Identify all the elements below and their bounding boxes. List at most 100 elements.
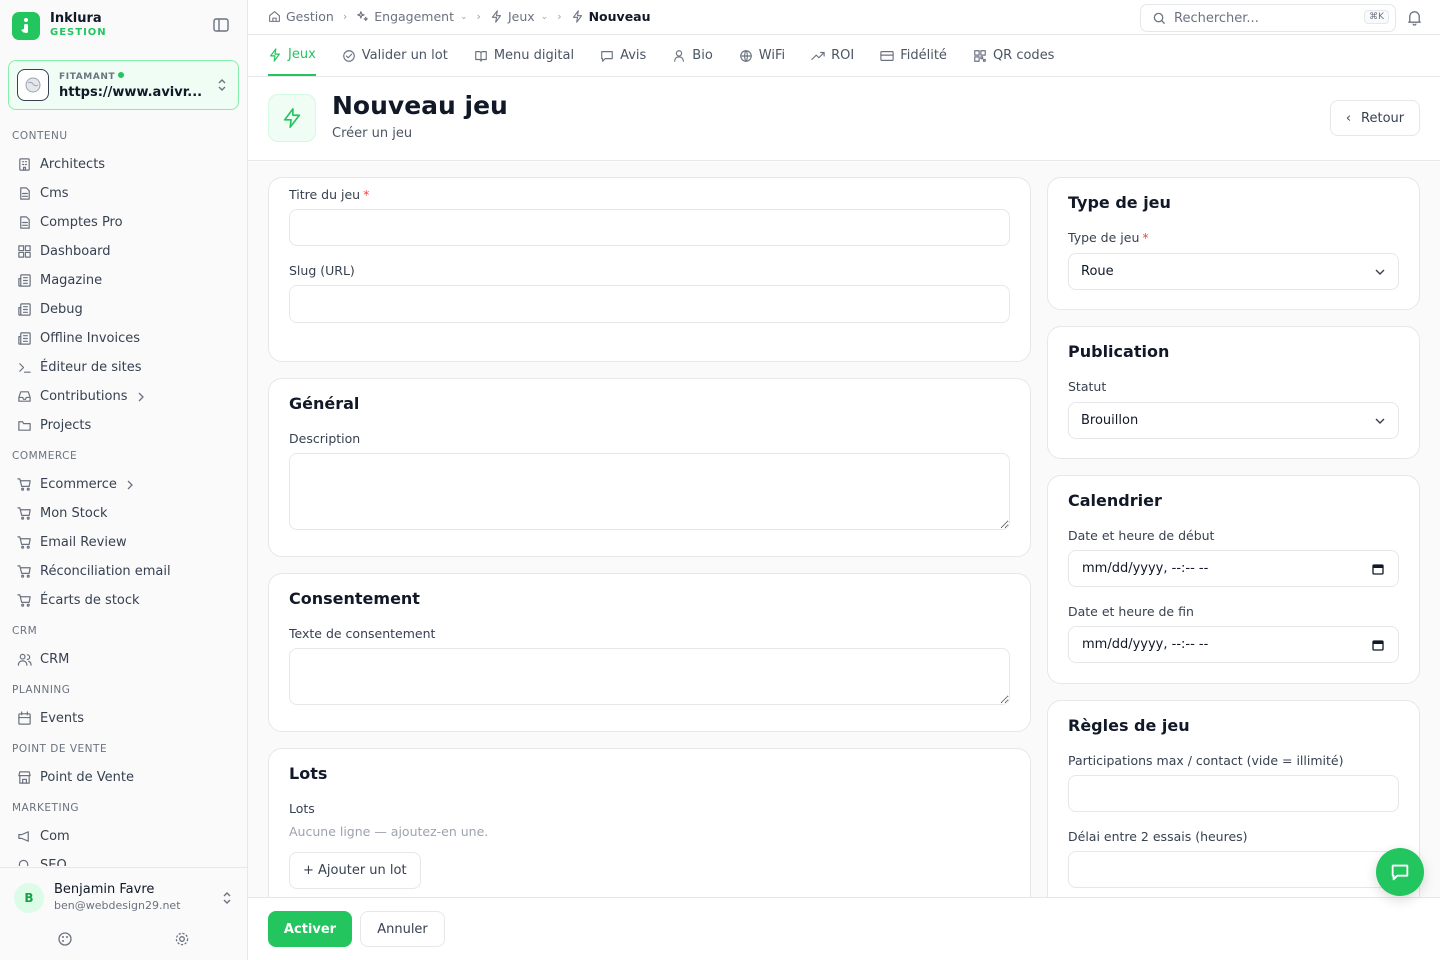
sidebar-item-label: Magazine bbox=[40, 273, 103, 288]
max-participations-input[interactable] bbox=[1068, 775, 1399, 812]
breadcrumb-label: Gestion bbox=[286, 9, 334, 24]
start-date-input[interactable]: mm/dd/yyyy, --:-- -- bbox=[1068, 550, 1399, 587]
brand[interactable]: Inklura GESTION bbox=[12, 10, 236, 42]
breadcrumb-label: Engagement bbox=[374, 9, 454, 24]
add-lot-button[interactable]: + Ajouter un lot bbox=[289, 852, 421, 889]
sidebar-item-mon-stock[interactable]: Mon Stock bbox=[0, 499, 247, 528]
page-subtitle: Créer un jeu bbox=[332, 126, 413, 141]
cancel-button[interactable]: Annuler bbox=[360, 911, 445, 947]
sidebar-item-label: SEO bbox=[40, 858, 67, 866]
inbox-icon bbox=[18, 391, 31, 402]
cart-icon bbox=[17, 478, 31, 491]
retry-delay-label: Délai entre 2 essais (heures) bbox=[1068, 829, 1248, 844]
start-date-value: mm/dd/yyyy, --:-- -- bbox=[1082, 561, 1209, 576]
sidebar-item-label: Architects bbox=[40, 157, 106, 172]
consent-textarea[interactable] bbox=[289, 648, 1010, 705]
store-icon bbox=[18, 771, 31, 784]
back-button[interactable]: ‹ Retour bbox=[1330, 100, 1420, 136]
sidebar-item-label: Écarts de stock bbox=[40, 593, 140, 608]
slug-field-label: Slug (URL) bbox=[289, 263, 355, 278]
users-icon bbox=[17, 653, 32, 666]
search-input[interactable] bbox=[1174, 10, 1354, 26]
user-icon bbox=[674, 49, 685, 62]
description-textarea[interactable] bbox=[289, 453, 1010, 530]
user-menu[interactable]: B Benjamin Favre ben@webdesign29.net bbox=[0, 867, 247, 960]
slug-input[interactable] bbox=[289, 285, 1010, 323]
activate-button[interactable]: Activer bbox=[268, 911, 352, 947]
breadcrumb-label: Jeux bbox=[507, 9, 535, 24]
status-value: Brouillon bbox=[1081, 413, 1139, 428]
sidebar-item-comptes-pro[interactable]: Comptes Pro bbox=[0, 208, 247, 237]
sidebar-item-label: Cms bbox=[40, 186, 69, 201]
breadcrumb-label: Nouveau bbox=[588, 9, 651, 24]
palette-icon[interactable] bbox=[57, 931, 73, 947]
site-switcher[interactable]: FITAMANT https://www.avivr... bbox=[8, 60, 239, 110]
chevron-down-icon bbox=[1375, 418, 1385, 424]
sidebar-item-seo[interactable]: SEO bbox=[0, 851, 247, 866]
tab-wifi[interactable]: WiFi bbox=[739, 35, 785, 76]
calendar-icon[interactable] bbox=[1372, 639, 1384, 651]
sidebar-item-label: Éditeur de sites bbox=[40, 360, 142, 375]
chevron-down-icon bbox=[1375, 269, 1385, 275]
end-date-value: mm/dd/yyyy, --:-- -- bbox=[1082, 637, 1209, 652]
sidebar-item-dashboard[interactable]: Dashboard bbox=[0, 237, 247, 266]
chevron-down-icon[interactable]: ⌄ bbox=[541, 12, 549, 22]
breadcrumb-separator: › bbox=[557, 10, 562, 23]
sidebar-item-cms[interactable]: Cms bbox=[0, 179, 247, 208]
sidebar-item-ecommerce[interactable]: Ecommerce bbox=[0, 470, 247, 499]
search-box[interactable]: ⌘K bbox=[1140, 4, 1396, 32]
status-label: Statut bbox=[1068, 379, 1107, 394]
calendar-icon[interactable] bbox=[1372, 563, 1384, 575]
tab-jeux[interactable]: Jeux bbox=[268, 35, 316, 76]
inklura-logo-icon bbox=[12, 12, 40, 40]
sidebar-item-label: Ecommerce bbox=[40, 477, 117, 492]
zap-icon bbox=[491, 10, 502, 23]
bell-icon[interactable] bbox=[1406, 9, 1423, 26]
sidebar-item-architects[interactable]: Architects bbox=[0, 150, 247, 179]
sidebar-item-point-de-vente[interactable]: Point de Vente bbox=[0, 763, 247, 792]
sidebar-item-projects[interactable]: Projects bbox=[0, 411, 247, 440]
tab-roi[interactable]: ROI bbox=[811, 35, 854, 76]
tab-bio[interactable]: Bio bbox=[672, 35, 713, 76]
tab-avis[interactable]: Avis bbox=[600, 35, 646, 76]
chevron-down-icon[interactable]: ⌄ bbox=[460, 12, 468, 22]
sidebar-item-debug[interactable]: Debug bbox=[0, 295, 247, 324]
sidebar-item-contributions[interactable]: Contributions bbox=[0, 382, 247, 411]
search-shortcut: ⌘K bbox=[1364, 10, 1389, 24]
tab-valider-un-lot[interactable]: Valider un lot bbox=[342, 35, 448, 76]
tab-label: Valider un lot bbox=[361, 48, 448, 63]
title-input[interactable] bbox=[289, 209, 1010, 246]
sidebar-nav: CONTENU Architects Cms Comptes Pro Dashboard… bbox=[0, 120, 247, 866]
chat-button[interactable] bbox=[1376, 848, 1424, 896]
sidebar-section-title: COMMERCE bbox=[12, 450, 78, 462]
status-select[interactable]: Brouillon bbox=[1068, 402, 1399, 439]
sidebar-item--carts-de-stock[interactable]: Écarts de stock bbox=[0, 586, 247, 615]
globe-icon bbox=[739, 49, 752, 62]
sidebar-item-crm[interactable]: CRM bbox=[0, 645, 247, 674]
tab-menu-digital[interactable]: Menu digital bbox=[474, 35, 574, 76]
sidebar-item-r-conciliation-email[interactable]: Réconciliation email bbox=[0, 557, 247, 586]
sidebar-item-com[interactable]: Com bbox=[0, 822, 247, 851]
settings-icon[interactable] bbox=[174, 931, 190, 947]
breadcrumb-item[interactable]: Engagement ⌄ bbox=[356, 9, 468, 24]
sidebar-item-label: Com bbox=[40, 829, 70, 844]
breadcrumb-item[interactable]: Jeux ⌄ bbox=[490, 9, 548, 24]
sidebar-item-offline-invoices[interactable]: Offline Invoices bbox=[0, 324, 247, 353]
chevron-right-icon bbox=[138, 392, 144, 401]
sidebar-item--diteur-de-sites[interactable]: Éditeur de sites bbox=[0, 353, 247, 382]
sidebar-toggle-icon[interactable] bbox=[212, 16, 230, 34]
sidebar-item-email-review[interactable]: Email Review bbox=[0, 528, 247, 557]
tab-qr-codes[interactable]: QR codes bbox=[973, 35, 1054, 76]
sidebar-item-events[interactable]: Events bbox=[0, 704, 247, 733]
sidebar-item-magazine[interactable]: Magazine bbox=[0, 266, 247, 295]
consent-text-label: Texte de consentement bbox=[289, 626, 436, 641]
tab-fid-lit-[interactable]: Fidélité bbox=[880, 35, 947, 76]
game-type-select[interactable]: Roue bbox=[1068, 253, 1399, 290]
cart-icon bbox=[17, 536, 31, 549]
retry-delay-input[interactable] bbox=[1068, 851, 1399, 888]
user-email: ben@webdesign29.net bbox=[54, 899, 181, 912]
cart-icon bbox=[17, 565, 31, 578]
breadcrumb-item[interactable]: Gestion bbox=[268, 9, 334, 24]
end-date-input[interactable]: mm/dd/yyyy, --:-- -- bbox=[1068, 626, 1399, 663]
book-icon bbox=[475, 50, 487, 62]
